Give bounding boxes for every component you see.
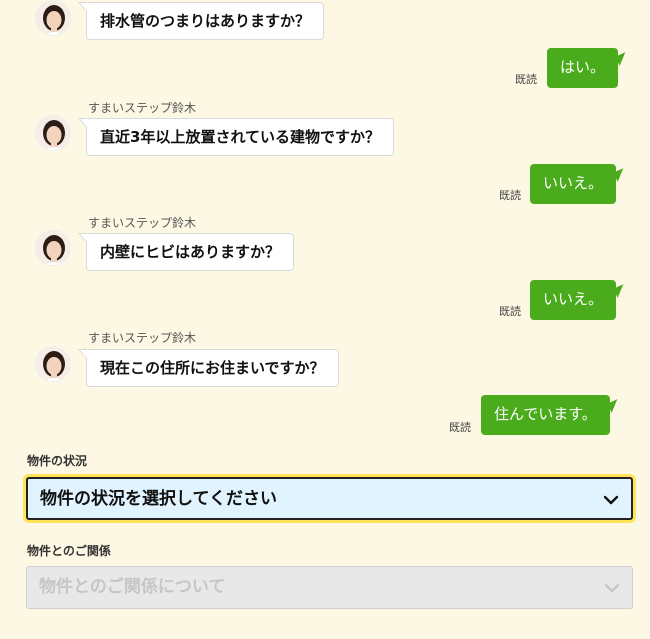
chevron-down-icon <box>604 583 620 593</box>
property-status-select[interactable]: 物件の状況を選択してください <box>26 477 633 520</box>
sender-name: すまいステップ鈴木 <box>88 331 197 345</box>
read-receipt: 既読 <box>449 421 471 434</box>
operator-avatar <box>35 230 71 266</box>
read-receipt: 既読 <box>515 73 537 86</box>
operator-avatar <box>35 0 71 36</box>
chat-question-bubble: 現在この住所にお住まいですか？ <box>78 349 339 387</box>
chevron-down-icon <box>603 495 619 505</box>
chat-answer-bubble: いいえ。 <box>530 280 617 320</box>
chat-answer-bubble: 住んでいます。 <box>481 395 610 435</box>
chat-question-bubble: 内壁にヒビはありますか？ <box>77 233 295 271</box>
sender-name: すまいステップ鈴木 <box>88 101 197 115</box>
read-receipt: 既読 <box>499 305 521 318</box>
chat-question-bubble: 直近3年以上放置されている建物ですか？ <box>78 118 394 156</box>
relationship-select: 物件とのご関係について <box>26 566 633 609</box>
read-receipt: 既読 <box>499 189 521 202</box>
relationship-label: 物件とのご関係 <box>27 544 111 558</box>
property-status-placeholder: 物件の状況を選択してください <box>40 489 277 509</box>
operator-avatar <box>35 115 71 151</box>
chat-question-bubble: 排水管のつまりはありますか？ <box>77 2 325 40</box>
property-status-label: 物件の状況 <box>27 454 88 468</box>
chat-answer-bubble: いいえ。 <box>530 164 617 204</box>
chat-answer-bubble: はい。 <box>547 48 619 88</box>
operator-avatar <box>35 346 71 382</box>
sender-name: すまいステップ鈴木 <box>88 216 197 230</box>
relationship-placeholder: 物件とのご関係について <box>39 577 226 597</box>
